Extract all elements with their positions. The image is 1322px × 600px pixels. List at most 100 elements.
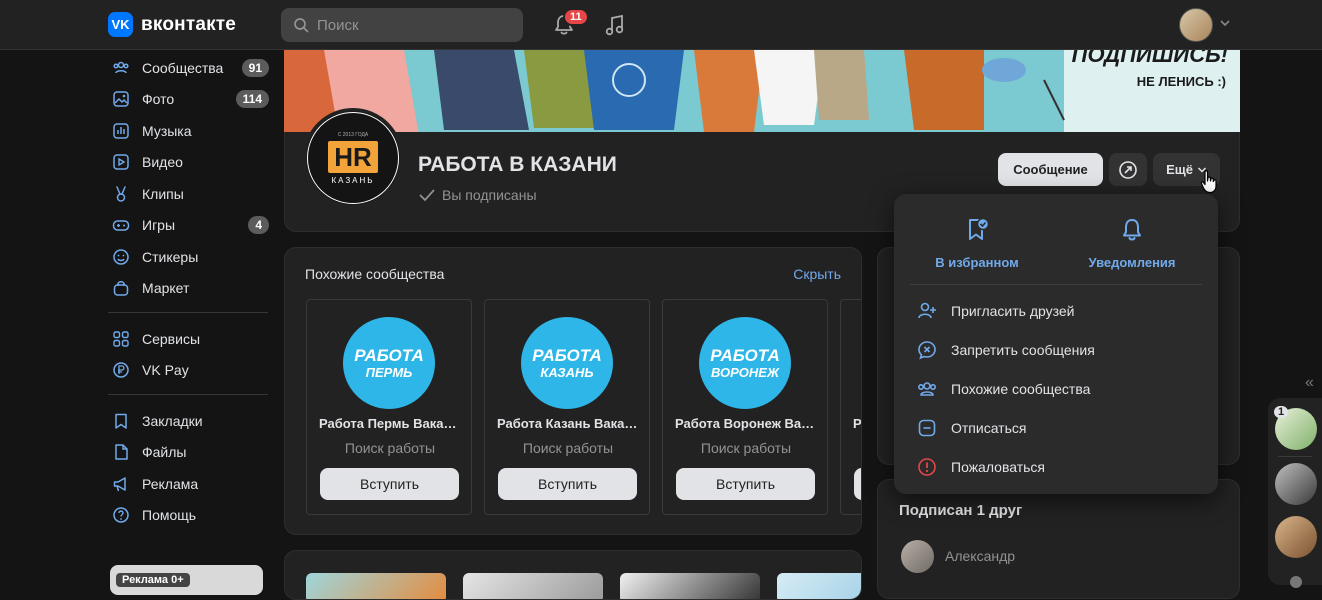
sidebar-item-music[interactable]: Музыка bbox=[108, 115, 273, 147]
photo-thumbnail[interactable] bbox=[777, 573, 861, 599]
sidebar-item-count: 4 bbox=[248, 216, 269, 235]
vkpay-icon bbox=[111, 360, 131, 380]
avatar[interactable] bbox=[901, 540, 934, 573]
sidebar-item-bookmarks[interactable]: Закладки bbox=[108, 405, 273, 437]
sidebar-item-files[interactable]: Файлы bbox=[108, 437, 273, 469]
sidebar-item-clips[interactable]: Клипы bbox=[108, 178, 273, 210]
ads-icon bbox=[111, 474, 131, 494]
message-button[interactable]: Сообщение bbox=[998, 153, 1103, 186]
similar-community-item[interactable]: РАБОТА ВОРОНЕЖ Работа Воронеж Вакансии П… bbox=[662, 299, 829, 515]
share-button[interactable] bbox=[1109, 153, 1147, 186]
community-logo: РАБОТА ВОРОНЕЖ bbox=[699, 317, 791, 409]
community-name: Р bbox=[853, 416, 862, 431]
community-name: Работа Пермь Вакансии bbox=[319, 416, 473, 431]
sidebar-item-help[interactable]: Помощь bbox=[108, 500, 273, 532]
friend-name[interactable]: Александр bbox=[945, 548, 1015, 564]
sidebar-item-video[interactable]: Видео bbox=[108, 147, 273, 179]
market-icon bbox=[111, 278, 131, 298]
join-button[interactable]: Вступить bbox=[676, 468, 815, 500]
hand-cursor-icon bbox=[1200, 170, 1217, 194]
community-category: Поиск работы bbox=[522, 440, 614, 456]
community-logo-city: ВОРОНЕЖ bbox=[710, 365, 780, 380]
vk-logo-icon: VK bbox=[108, 12, 133, 37]
clips-icon bbox=[111, 184, 131, 204]
sidebar-item-label: Реклама bbox=[142, 475, 199, 492]
sidebar-item-label: Маркет bbox=[142, 280, 190, 297]
dropdown-divider bbox=[910, 284, 1202, 285]
bookmarks-icon bbox=[111, 411, 131, 431]
similar-communities-icon bbox=[917, 382, 937, 396]
sidebar-item-communities[interactable]: Сообщества 91 bbox=[108, 52, 273, 84]
vk-logo[interactable]: VK вконтакте bbox=[108, 12, 236, 37]
avatar[interactable] bbox=[1275, 516, 1317, 558]
menu-item-unsubscribe[interactable]: Отписаться bbox=[916, 413, 1206, 443]
similar-community-item[interactable]: РАБОТА ПЕРМЬ Работа Пермь Вакансии Поиск… bbox=[306, 299, 473, 515]
vk-logo-text: вконтакте bbox=[141, 13, 237, 35]
photo-thumbnail[interactable] bbox=[306, 573, 446, 599]
sidebar-item-label: Сообщества bbox=[142, 59, 224, 76]
group-cover: ПОДПИШИСЬ! НЕ ЛЕНИСЬ :) bbox=[284, 50, 1240, 135]
sidebar-item-label: VK Pay bbox=[142, 362, 189, 379]
community-name: Работа Воронеж Вакансии bbox=[675, 416, 829, 431]
menu-item-invite-friends[interactable]: Пригласить друзей bbox=[916, 296, 1206, 326]
sidebar-item-photo[interactable]: Фото 114 bbox=[108, 84, 273, 116]
favorite-action[interactable]: В избранном bbox=[922, 216, 1032, 270]
sidebar-item-vkpay[interactable]: VK Pay bbox=[108, 355, 273, 387]
sidebar-item-label: Игры bbox=[142, 217, 176, 234]
community-logo-city: КАЗАНЬ bbox=[540, 365, 594, 380]
community-logo-text: РАБОТА bbox=[710, 346, 780, 365]
menu-item-label: Пожаловаться bbox=[951, 459, 1046, 475]
notifications-badge: 11 bbox=[563, 8, 589, 26]
music-icon[interactable] bbox=[602, 12, 628, 38]
report-icon bbox=[918, 458, 936, 476]
photo-thumbnail[interactable] bbox=[463, 573, 603, 599]
services-icon bbox=[111, 329, 131, 349]
hide-link[interactable]: Скрыть bbox=[793, 266, 841, 282]
collapse-arrows-icon[interactable]: « bbox=[1305, 374, 1314, 392]
join-button[interactable] bbox=[854, 468, 861, 500]
search-box[interactable] bbox=[281, 8, 523, 42]
menu-item-block-messages[interactable]: Запретить сообщения bbox=[916, 335, 1206, 365]
similar-community-item[interactable]: РАБОТА КАЗАНЬ Работа Казань Вакансии Пои… bbox=[484, 299, 651, 515]
menu-item-report[interactable]: Пожаловаться bbox=[916, 452, 1206, 482]
strip-divider bbox=[1278, 456, 1312, 457]
sidebar-item-label: Музыка bbox=[142, 122, 192, 139]
check-icon bbox=[419, 189, 435, 202]
group-avatar-since: С 2013 ГОДА bbox=[337, 131, 369, 138]
sidebar-divider bbox=[108, 394, 268, 395]
join-button[interactable]: Вступить bbox=[498, 468, 637, 500]
similar-communities-title: Похожие сообщества bbox=[305, 266, 445, 282]
sidebar-item-stickers[interactable]: Стикеры bbox=[108, 241, 273, 273]
similar-community-item[interactable]: Р bbox=[840, 299, 862, 515]
community-logo-text: РАБОТА bbox=[354, 346, 424, 365]
menu-item-similar-communities[interactable]: Похожие сообщества bbox=[916, 374, 1206, 404]
join-button[interactable]: Вступить bbox=[320, 468, 459, 500]
sidebar-item-market[interactable]: Маркет bbox=[108, 273, 273, 305]
sidebar-item-label: Клипы bbox=[142, 185, 184, 202]
sidebar-item-games[interactable]: Игры 4 bbox=[108, 210, 273, 242]
menu-item-label: Отписаться bbox=[951, 420, 1027, 436]
files-icon bbox=[111, 442, 131, 462]
avatar[interactable] bbox=[1290, 576, 1302, 588]
block-messages-icon bbox=[918, 341, 936, 360]
subscription-status[interactable]: Вы подписаны bbox=[418, 187, 537, 203]
community-name: Работа Казань Вакансии bbox=[497, 416, 651, 431]
avatar[interactable] bbox=[1275, 463, 1317, 505]
sidebar-item-services[interactable]: Сервисы bbox=[108, 323, 273, 355]
menu-item-label: Пригласить друзей bbox=[951, 303, 1075, 319]
search-input[interactable] bbox=[317, 16, 507, 34]
friends-title: Подписан 1 друг bbox=[899, 502, 1023, 519]
similar-communities-card: Похожие сообщества Скрыть РАБОТА ПЕРМЬ Р… bbox=[284, 247, 862, 535]
friends-card bbox=[877, 479, 1240, 599]
user-avatar[interactable] bbox=[1179, 8, 1213, 42]
cover-subtitle: НЕ ЛЕНИСЬ :) bbox=[1136, 74, 1226, 89]
sidebar-item-label: Стикеры bbox=[142, 248, 199, 265]
search-icon bbox=[294, 18, 309, 33]
group-avatar[interactable]: С 2013 ГОДА HR КАЗАНЬ bbox=[303, 108, 403, 208]
sidebar-item-ads[interactable]: Реклама bbox=[108, 468, 273, 500]
group-avatar-city: КАЗАНЬ bbox=[331, 175, 375, 185]
chevron-down-icon[interactable] bbox=[1219, 17, 1231, 29]
sidebar-item-label: Фото bbox=[142, 91, 175, 108]
notifications-action[interactable]: Уведомления bbox=[1077, 216, 1187, 270]
photo-thumbnail[interactable] bbox=[620, 573, 760, 599]
